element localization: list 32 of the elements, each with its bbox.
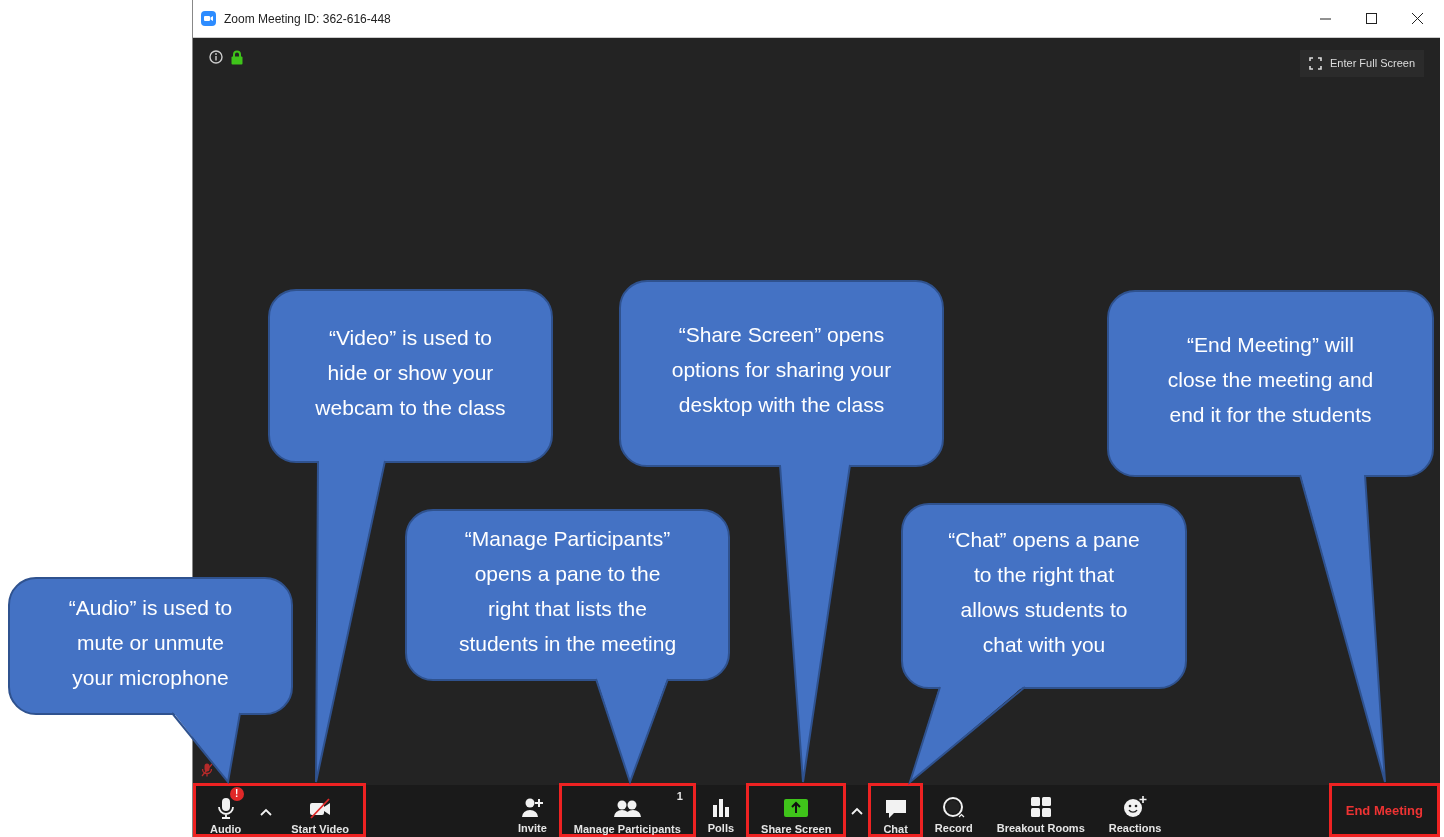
muted-microphone-icon <box>201 762 213 777</box>
record-button[interactable]: Record <box>922 785 985 835</box>
chevron-up-icon <box>259 807 274 817</box>
participants-button[interactable]: 1 Manage Participants <box>561 786 693 836</box>
callout-bubble: “End Meeting” will close the meeting and end it for the students <box>1107 290 1434 477</box>
smiley-plus-icon <box>1123 795 1148 818</box>
full-screen-button[interactable]: Enter Full Screen <box>1300 50 1424 77</box>
lock-icon[interactable] <box>231 50 243 65</box>
callout-bubble: “Manage Participants” opens a pane to the right that lists the students in the meeting <box>405 509 730 681</box>
end-meeting-button[interactable]: End Meeting <box>1331 786 1437 836</box>
maximize-icon <box>1365 13 1377 24</box>
chat-button[interactable]: Chat <box>871 786 920 836</box>
chevron-up-icon <box>850 806 865 816</box>
window-title: Zoom Meeting ID: 362-616-448 <box>224 10 391 28</box>
audio-button[interactable]: ! Audio <box>196 786 256 836</box>
close-icon <box>1411 13 1423 24</box>
full-screen-icon <box>1309 56 1322 70</box>
reactions-button[interactable]: Reactions <box>1096 785 1174 835</box>
record-icon <box>941 795 966 818</box>
app-logo-icon <box>201 11 216 26</box>
callout-bubble: “Video” is used to hide or show your webcam to the class <box>268 289 553 463</box>
callout-bubble: “Audio” is used to mute or unmute your microphone <box>8 577 293 715</box>
grid-icon <box>1028 795 1053 818</box>
breakout-rooms-button[interactable]: Breakout Rooms <box>984 785 1097 835</box>
video-button[interactable]: Start Video <box>277 786 364 836</box>
share-screen-button[interactable]: Share Screen <box>749 786 844 836</box>
invite-button[interactable]: Invite <box>506 785 559 835</box>
share-screen-icon <box>783 796 810 819</box>
info-icon[interactable] <box>209 50 223 64</box>
polls-button[interactable]: Polls <box>695 785 747 835</box>
video-off-icon <box>308 796 333 819</box>
callout-bubble: “Share Screen” opens options for sharing your desktop with the class <box>619 280 944 467</box>
